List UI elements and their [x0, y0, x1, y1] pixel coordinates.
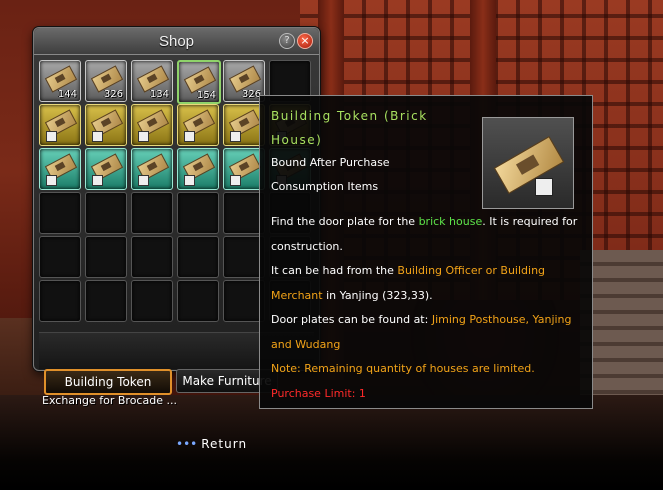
house-badge-icon [138, 175, 149, 186]
building-token-icon [482, 117, 574, 209]
empty-slot[interactable] [177, 280, 219, 322]
desc-text: It can be had from the [271, 264, 398, 277]
item-quantity: 154 [196, 90, 216, 101]
item-slot[interactable] [177, 148, 219, 190]
item-slot[interactable] [85, 104, 127, 146]
purchase-limit: Purchase Limit: 1 [271, 386, 366, 400]
token-plate [493, 136, 565, 194]
empty-slot[interactable] [85, 280, 127, 322]
empty-slot[interactable] [131, 236, 173, 278]
item-quantity: 144 [57, 89, 77, 100]
empty-slot[interactable] [39, 280, 81, 322]
exchange-brocade-link[interactable]: Exchange for Brocade ... [42, 394, 177, 407]
return-dots: ••• [176, 437, 198, 451]
house-badge-icon [92, 175, 103, 186]
house-badge-icon [92, 131, 103, 142]
item-slot[interactable]: 144 [39, 60, 81, 102]
item-slot[interactable] [131, 148, 173, 190]
item-slot[interactable] [39, 104, 81, 146]
return-button[interactable]: ••• Return [176, 437, 247, 451]
empty-slot[interactable] [177, 236, 219, 278]
tooltip-note: Note: Remaining quantity of houses are l… [271, 362, 535, 375]
item-quantity: 134 [149, 89, 169, 100]
house-badge-icon [46, 131, 57, 142]
item-slot[interactable] [177, 104, 219, 146]
item-slot[interactable]: 154 [177, 60, 221, 104]
item-slot[interactable] [131, 104, 173, 146]
desc-text: in Yanjing (323,33). [322, 288, 433, 302]
desc-highlight: brick house [418, 215, 483, 228]
empty-slot[interactable] [85, 192, 127, 234]
tooltip-bind-status: Bound After Purchase [271, 156, 390, 169]
empty-slot[interactable] [39, 192, 81, 234]
empty-slot[interactable] [177, 192, 219, 234]
tooltip-description: Find the door plate for the brick house.… [271, 210, 581, 406]
house-badge-icon [184, 175, 195, 186]
shop-titlebar[interactable]: Shop ? × [34, 28, 319, 55]
help-icon[interactable]: ? [279, 33, 295, 49]
item-slot[interactable]: 134 [131, 60, 173, 102]
tab-building-token[interactable]: Building Token [44, 369, 172, 395]
house-badge-icon [184, 131, 195, 142]
return-label: Return [201, 437, 248, 451]
house-badge-icon [46, 175, 57, 186]
desc-text: Door plates can be found at: [271, 313, 432, 326]
empty-slot[interactable] [131, 192, 173, 234]
house-icon [535, 178, 553, 196]
tooltip-category: Consumption Items [271, 180, 379, 193]
item-slot[interactable] [85, 148, 127, 190]
shop-title: Shop [158, 33, 195, 50]
floor [0, 395, 663, 490]
desc-text: Find the door plate for the [271, 215, 419, 228]
house-badge-icon [230, 131, 241, 142]
house-badge-icon [138, 131, 149, 142]
empty-slot[interactable] [85, 236, 127, 278]
empty-slot[interactable] [131, 280, 173, 322]
item-quantity: 326 [103, 89, 123, 100]
item-tooltip: Building Token (Brick House) Bound After… [259, 95, 593, 409]
house-badge-icon [230, 175, 241, 186]
item-slot[interactable] [39, 148, 81, 190]
item-slot[interactable]: 326 [85, 60, 127, 102]
tooltip-title: Building Token (Brick House) [271, 109, 428, 147]
close-icon[interactable]: × [297, 33, 313, 49]
empty-slot[interactable] [39, 236, 81, 278]
